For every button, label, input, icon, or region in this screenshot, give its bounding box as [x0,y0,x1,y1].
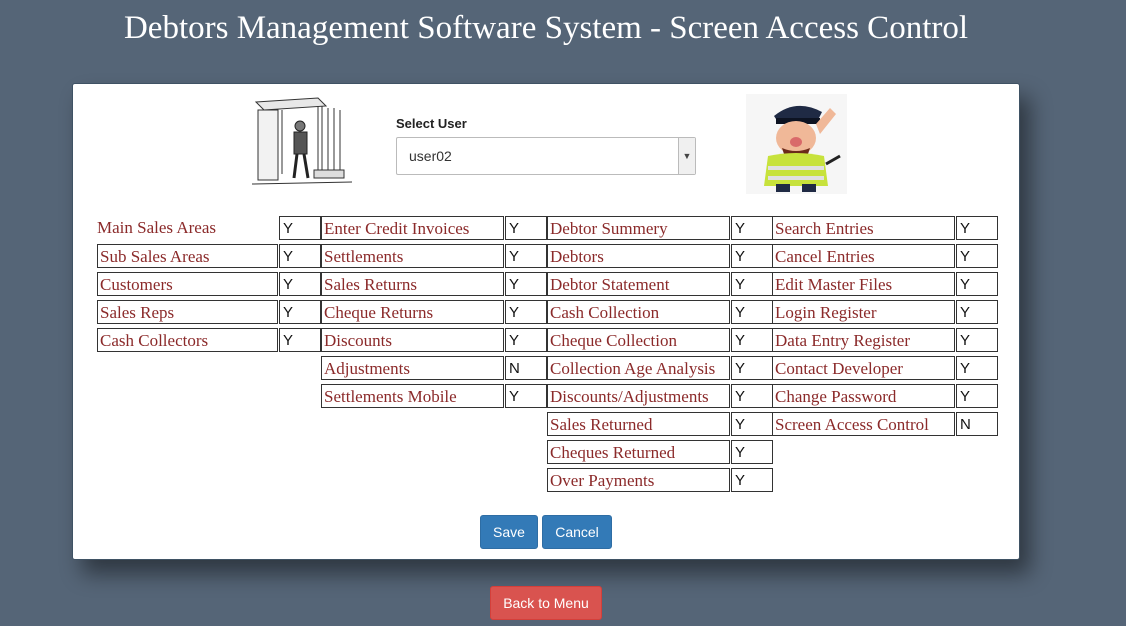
access-label: Discounts/Adjustments [547,384,730,408]
access-label: Over Payments [547,468,730,492]
chevron-down-icon[interactable]: ▼ [678,138,695,174]
access-value-input[interactable]: Y [279,328,321,352]
access-value-input[interactable]: N [956,412,998,436]
access-value-input[interactable]: Y [731,356,773,380]
access-value-input[interactable]: Y [505,300,547,324]
access-value-input[interactable]: Y [505,244,547,268]
access-value-input[interactable]: Y [505,384,547,408]
select-user-label: Select User [396,116,467,131]
access-value-input[interactable]: Y [505,216,547,240]
access-label: Search Entries [772,216,955,240]
access-value-input[interactable]: Y [279,216,321,240]
user-select-value: user02 [409,148,452,164]
access-value-input[interactable]: Y [279,300,321,324]
access-value-input[interactable]: Y [505,272,547,296]
access-value-input[interactable]: Y [731,440,773,464]
access-value-input[interactable]: Y [731,216,773,240]
access-label: Cash Collectors [97,328,278,352]
access-value-input[interactable]: Y [956,328,998,352]
access-label: Settlements Mobile [321,384,504,408]
access-value-input[interactable]: Y [731,244,773,268]
access-label: Discounts [321,328,504,352]
access-value-input[interactable]: Y [731,468,773,492]
access-value-input[interactable]: Y [279,244,321,268]
access-label: Customers [97,272,278,296]
access-label: Settlements [321,244,504,268]
access-label: Cash Collection [547,300,730,324]
access-value-input[interactable]: N [505,356,547,380]
access-label: Main Sales Areas [97,218,216,237]
access-label: Cheques Returned [547,440,730,464]
access-label: Debtor Summery [547,216,730,240]
access-label: Cancel Entries [772,244,955,268]
access-label: Screen Access Control [772,412,955,436]
guard-booth-image [248,94,354,192]
police-officer-image [746,94,847,194]
access-value-input[interactable]: Y [956,272,998,296]
page-title: Debtors Management Software System - Scr… [123,10,969,46]
access-label: Sales Returns [321,272,504,296]
access-value-input[interactable]: Y [505,328,547,352]
access-label: Enter Credit Invoices [321,216,504,240]
access-value-input[interactable]: Y [731,328,773,352]
access-value-input[interactable]: Y [279,272,321,296]
access-label: Collection Age Analysis [547,356,730,380]
access-label: Login Register [772,300,955,324]
access-label: Contact Developer [772,356,955,380]
access-value-input[interactable]: Y [731,300,773,324]
access-label: Sales Returned [547,412,730,436]
user-select[interactable]: user02 ▼ [396,137,696,175]
access-label: Change Password [772,384,955,408]
access-control-panel: Select User user02 ▼ Main Sales Areas Y … [72,83,1020,560]
access-label: Sub Sales Areas [97,244,278,268]
save-button[interactable]: Save [480,515,538,549]
access-label: Sales Reps [97,300,278,324]
access-label: Cheque Returns [321,300,504,324]
access-value-input[interactable]: Y [956,300,998,324]
access-label: Adjustments [321,356,504,380]
access-label: Debtor Statement [547,272,730,296]
back-to-menu-button[interactable]: Back to Menu [490,586,602,620]
access-value-input[interactable]: Y [956,384,998,408]
access-value-input[interactable]: Y [731,272,773,296]
cancel-button[interactable]: Cancel [542,515,612,549]
access-label: Data Entry Register [772,328,955,352]
access-value-input[interactable]: Y [956,244,998,268]
access-label: Cheque Collection [547,328,730,352]
access-label: Edit Master Files [772,272,955,296]
access-label: Debtors [547,244,730,268]
access-value-input[interactable]: Y [956,216,998,240]
access-value-input[interactable]: Y [731,384,773,408]
access-value-input[interactable]: Y [731,412,773,436]
access-value-input[interactable]: Y [956,356,998,380]
